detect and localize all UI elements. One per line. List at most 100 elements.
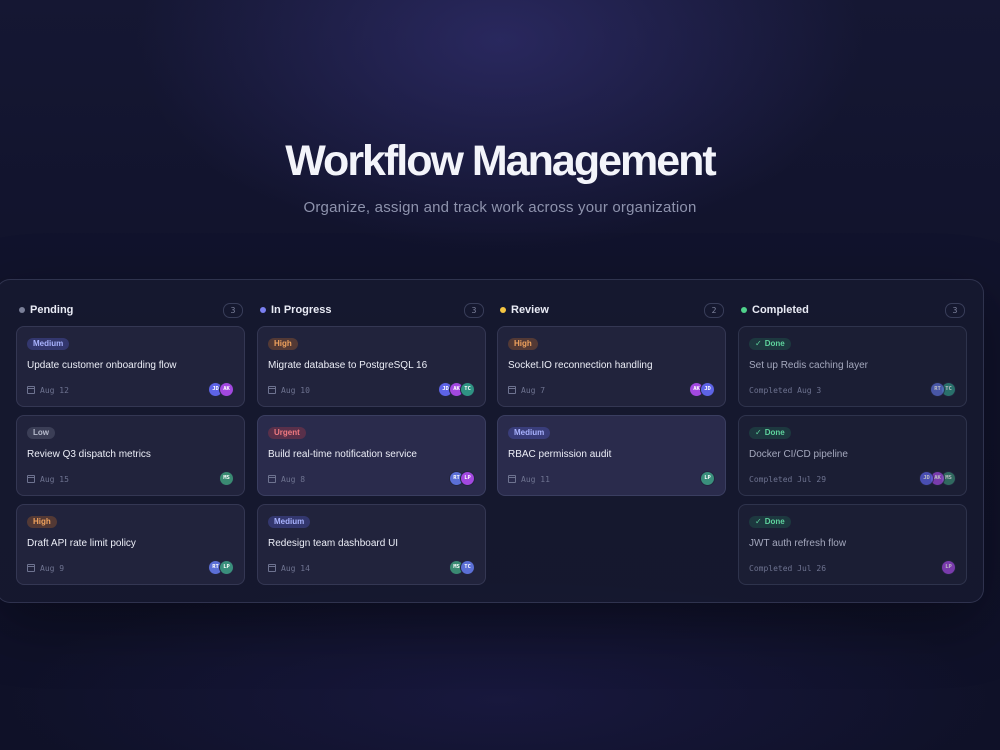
avatar[interactable]: TC	[460, 560, 475, 575]
task-card[interactable]: Medium RBAC permission audit Aug 11 LP	[497, 415, 726, 496]
column-header-review[interactable]: Review 2	[497, 302, 726, 318]
status-badge-label: Done	[764, 428, 785, 437]
priority-badge: Medium	[508, 427, 551, 439]
priority-badge: Urgent	[268, 427, 306, 439]
status-dot-icon	[19, 307, 25, 313]
column-count-badge: 3	[464, 303, 484, 318]
assignee-avatars: AK JD	[208, 382, 234, 397]
task-card[interactable]: High Migrate database to PostgreSQL 16 A…	[257, 326, 486, 407]
due-date: Aug 12	[27, 385, 69, 397]
assignee-avatars: JD AK	[689, 382, 715, 397]
assignee-avatars: TC AK JD	[438, 382, 475, 397]
calendar-icon	[508, 386, 516, 394]
column-title: Review	[511, 304, 549, 316]
due-date-text: Aug 15	[40, 475, 69, 484]
task-card[interactable]: High Socket.IO reconnection handling Aug…	[497, 326, 726, 407]
calendar-icon	[268, 475, 276, 483]
avatar[interactable]: LP	[219, 560, 234, 575]
column-count-badge: 3	[223, 303, 243, 318]
status-dot-icon	[260, 307, 266, 313]
avatar[interactable]: RT	[930, 382, 945, 397]
assignee-avatars: LP	[700, 471, 715, 486]
calendar-icon	[27, 475, 35, 483]
task-title: JWT auth refresh flow	[749, 538, 847, 549]
check-icon: ✓	[755, 339, 762, 348]
completed-date: Completed Jul 29	[749, 475, 827, 484]
due-date: Aug 9	[27, 563, 64, 575]
avatar[interactable]: AK	[219, 382, 234, 397]
status-dot-icon	[500, 307, 506, 313]
priority-badge: Medium	[268, 516, 311, 528]
due-date-text: Aug 12	[40, 386, 69, 395]
task-card[interactable]: Medium Update customer onboarding flow A…	[16, 326, 245, 407]
task-card[interactable]: Low Review Q3 dispatch metrics Aug 15 MS	[16, 415, 245, 496]
due-date-text: Aug 9	[40, 564, 65, 573]
calendar-icon	[508, 475, 516, 483]
status-badge: ✓ Done	[749, 516, 791, 528]
due-date: Aug 14	[268, 563, 310, 575]
due-date: Aug 10	[268, 385, 310, 397]
page-subtitle: Organize, assign and track work across y…	[303, 199, 697, 216]
due-date: Aug 11	[508, 474, 550, 486]
assignee-avatars: LP RT	[208, 560, 234, 575]
priority-badge: Medium	[27, 338, 70, 350]
task-title: Set up Redis caching layer	[749, 360, 868, 371]
task-card[interactable]: ✓ Done Set up Redis caching layer Complet…	[738, 326, 967, 407]
due-date: Aug 7	[508, 385, 545, 397]
column-header-in-progress[interactable]: In Progress 3	[257, 302, 486, 318]
task-card[interactable]: ✓ Done Docker CI/CD pipeline Completed Ju…	[738, 415, 967, 496]
task-title: Redesign team dashboard UI	[268, 538, 399, 549]
task-card[interactable]: High Draft API rate limit policy Aug 9 L…	[16, 504, 245, 585]
status-badge: ✓ Done	[749, 338, 791, 350]
hero: Workflow Management Organize, assign and…	[0, 135, 1000, 216]
priority-badge: High	[268, 338, 298, 350]
column-count-badge: 2	[704, 303, 724, 318]
task-title: Build real-time notification service	[268, 449, 417, 460]
avatar[interactable]: LP	[700, 471, 715, 486]
task-card[interactable]: ✓ Done JWT auth refresh flow Completed Ju…	[738, 504, 967, 585]
due-date-text: Aug 7	[521, 386, 546, 395]
column-header-pending[interactable]: Pending 3	[16, 302, 245, 318]
assignee-avatars: TC RT	[930, 382, 956, 397]
avatar[interactable]: LP	[941, 560, 956, 575]
completed-date: Completed Jul 26	[749, 564, 827, 573]
column-title: In Progress	[271, 304, 332, 316]
assignee-avatars: MS AK JD	[919, 471, 956, 486]
status-dot-icon	[741, 307, 747, 313]
due-date: Aug 15	[27, 474, 69, 486]
priority-badge: High	[508, 338, 538, 350]
assignee-avatars: MS	[219, 471, 234, 486]
page-title: Workflow Management	[285, 137, 716, 185]
task-title: Review Q3 dispatch metrics	[27, 449, 151, 460]
calendar-icon	[268, 386, 276, 394]
status-badge-label: Done	[764, 339, 785, 348]
due-date-text: Aug 11	[521, 475, 550, 484]
avatar[interactable]: MS	[219, 471, 234, 486]
avatar[interactable]: JD	[919, 471, 934, 486]
column-header-completed[interactable]: Completed 3	[738, 302, 967, 318]
kanban-board: Pending 3 Medium Update customer onboard…	[0, 279, 984, 603]
check-icon: ✓	[755, 428, 762, 437]
due-date-text: Aug 10	[281, 386, 310, 395]
avatar[interactable]: LP	[460, 471, 475, 486]
task-title: Update customer onboarding flow	[27, 360, 177, 371]
task-card[interactable]: Urgent Build real-time notification serv…	[257, 415, 486, 496]
task-title: Migrate database to PostgreSQL 16	[268, 360, 428, 371]
priority-badge: Low	[27, 427, 55, 439]
check-icon: ✓	[755, 517, 762, 526]
avatar[interactable]: TC	[460, 382, 475, 397]
assignee-avatars: LP	[941, 560, 956, 575]
assignee-avatars: TC MS	[449, 560, 475, 575]
task-card[interactable]: Medium Redesign team dashboard UI Aug 14…	[257, 504, 486, 585]
due-date: Aug 8	[268, 474, 305, 486]
completed-date: Completed Aug 3	[749, 386, 822, 395]
assignee-avatars: LP RT	[449, 471, 475, 486]
task-title: Draft API rate limit policy	[27, 538, 136, 549]
due-date-text: Aug 14	[281, 564, 310, 573]
priority-badge: High	[27, 516, 57, 528]
status-badge: ✓ Done	[749, 427, 791, 439]
calendar-icon	[27, 386, 35, 394]
column-title: Pending	[30, 304, 74, 316]
task-title: RBAC permission audit	[508, 449, 612, 460]
avatar[interactable]: JD	[700, 382, 715, 397]
